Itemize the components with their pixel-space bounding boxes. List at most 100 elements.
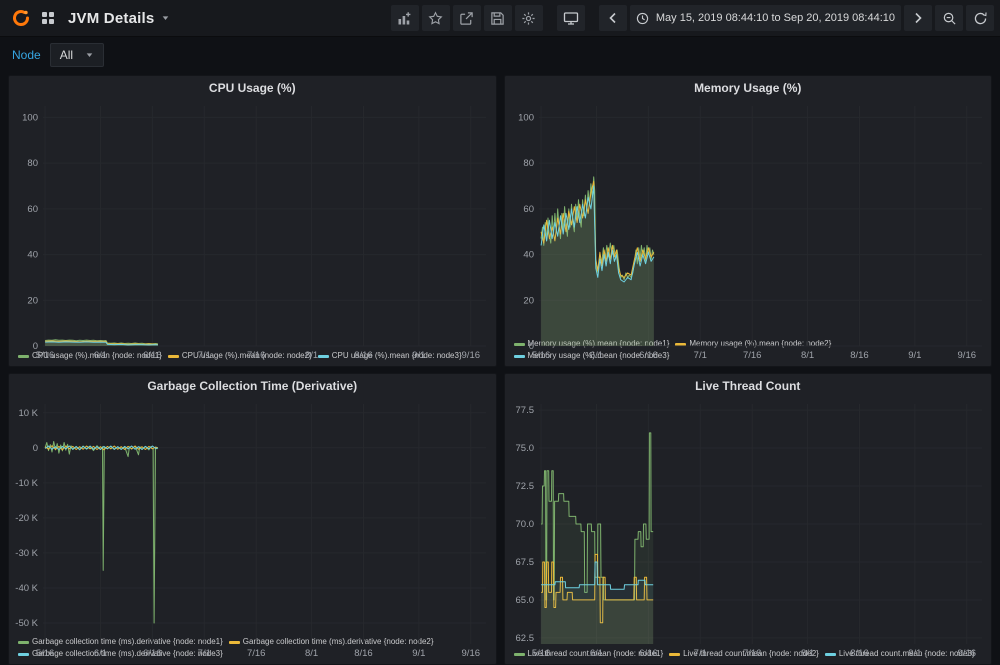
x-tick-label: 6/1	[589, 648, 602, 659]
refresh-icon	[973, 11, 988, 26]
y-tick-label: 67.5	[515, 557, 534, 568]
panel-title[interactable]: Memory Usage (%)	[505, 76, 992, 99]
chart-canvas[interactable]: 5/166/16/167/17/168/18/169/19/1610 K0-10…	[9, 397, 496, 659]
x-tick-label: 9/1	[412, 648, 425, 659]
save-icon	[490, 11, 505, 26]
x-tick-label: 9/16	[462, 648, 481, 659]
y-tick-label: -50 K	[15, 618, 38, 629]
x-tick-label: 6/16	[639, 648, 658, 659]
variable-value-text: All	[60, 48, 73, 62]
x-tick-label: 6/16	[639, 350, 658, 361]
y-tick-label: 75.0	[515, 443, 534, 454]
x-tick-label: 9/16	[957, 350, 976, 361]
share-icon	[459, 11, 474, 26]
x-tick-label: 5/16	[531, 648, 550, 659]
panel-title[interactable]: Garbage Collection Time (Derivative)	[9, 374, 496, 397]
dashboard-grid: CPU Usage (%) 5/166/16/167/17/168/18/169…	[0, 73, 1000, 665]
panel-title[interactable]: CPU Usage (%)	[9, 76, 496, 99]
y-tick-label: 72.5	[515, 481, 534, 492]
series-area-1	[45, 442, 158, 624]
y-tick-label: 80	[523, 158, 534, 169]
panel-title[interactable]: Live Thread Count	[505, 374, 992, 397]
save-dashboard-button[interactable]	[484, 5, 512, 31]
panel-title-text: Memory Usage (%)	[694, 81, 801, 95]
x-tick-label: 9/16	[957, 648, 976, 659]
variable-label: Node	[12, 48, 41, 62]
time-range-back-button[interactable]	[599, 5, 627, 31]
panel-cpu-usage: CPU Usage (%) 5/166/16/167/17/168/18/169…	[8, 75, 497, 367]
x-tick-label: 7/16	[247, 648, 266, 659]
x-tick-label: 9/1	[908, 350, 921, 361]
panel-gc-time: Garbage Collection Time (Derivative) 5/1…	[8, 373, 497, 665]
x-tick-label: 6/16	[143, 350, 162, 361]
plot-area[interactable]: 5/166/16/167/17/168/18/169/19/1610 K0-10…	[9, 397, 496, 635]
y-tick-label: 20	[523, 295, 534, 306]
dashboards-grid-icon	[41, 11, 55, 25]
gear-icon	[521, 11, 536, 26]
y-tick-label: 40	[523, 250, 534, 261]
plot-area[interactable]: 5/166/16/167/17/168/18/169/19/1602040608…	[505, 99, 992, 337]
y-tick-label: 60	[523, 204, 534, 215]
chevron-down-icon	[85, 51, 94, 59]
x-tick-label: 8/1	[305, 648, 318, 659]
x-tick-label: 8/1	[800, 350, 813, 361]
y-tick-label: 0	[528, 341, 533, 352]
dashboard-settings-button[interactable]	[515, 5, 543, 31]
y-tick-label: 10 K	[18, 408, 38, 419]
cycle-view-mode-button[interactable]	[557, 5, 585, 31]
x-tick-label: 5/16	[36, 350, 55, 361]
x-tick-label: 5/16	[531, 350, 550, 361]
panel-memory-usage: Memory Usage (%) 5/166/16/167/17/168/18/…	[504, 75, 993, 367]
chart-canvas[interactable]: 5/166/16/167/17/168/18/169/19/1602040608…	[505, 99, 992, 361]
x-tick-label: 8/16	[850, 350, 869, 361]
x-tick-label: 8/16	[850, 648, 869, 659]
add-panel-icon	[397, 11, 412, 26]
mark-favorite-button[interactable]	[422, 5, 450, 31]
x-tick-label: 7/1	[693, 648, 706, 659]
x-tick-label: 6/1	[589, 350, 602, 361]
y-tick-label: -30 K	[15, 548, 38, 559]
zoom-out-icon	[942, 11, 957, 26]
y-tick-label: 100	[22, 112, 38, 123]
x-tick-label: 8/1	[800, 648, 813, 659]
variable-value-dropdown[interactable]: All	[50, 43, 104, 67]
x-tick-label: 7/16	[247, 350, 266, 361]
x-tick-label: 7/1	[198, 350, 211, 361]
y-tick-label: -40 K	[15, 583, 38, 594]
grafana-logo-button[interactable]	[6, 5, 36, 31]
x-tick-label: 8/16	[354, 350, 373, 361]
dashboards-grid-button[interactable]	[36, 8, 60, 28]
time-range-button[interactable]: May 15, 2019 08:44:10 to Sep 20, 2019 08…	[630, 5, 901, 31]
y-tick-label: 77.5	[515, 405, 534, 416]
x-tick-label: 9/16	[462, 350, 481, 361]
panel-title-text: Live Thread Count	[695, 379, 800, 393]
x-tick-label: 6/1	[94, 350, 107, 361]
x-tick-label: 7/16	[742, 350, 761, 361]
plot-area[interactable]: 5/166/16/167/17/168/18/169/19/1662.565.0…	[505, 397, 992, 647]
y-tick-label: -20 K	[15, 513, 38, 524]
panel-title-text: CPU Usage (%)	[209, 81, 296, 95]
zoom-out-button[interactable]	[935, 5, 963, 31]
dashboard-title-dropdown[interactable]: JVM Details	[68, 10, 170, 27]
y-tick-label: 40	[27, 250, 38, 261]
refresh-button[interactable]	[966, 5, 994, 31]
x-tick-label: 7/16	[742, 648, 761, 659]
y-tick-label: 100	[518, 112, 534, 123]
time-range-text: May 15, 2019 08:44:10 to Sep 20, 2019 08…	[656, 12, 895, 24]
chevron-right-icon	[914, 12, 923, 24]
add-panel-button[interactable]	[391, 5, 419, 31]
y-tick-label: 62.5	[515, 633, 534, 644]
x-tick-label: 7/1	[198, 648, 211, 659]
time-range-forward-button[interactable]	[904, 5, 932, 31]
x-tick-label: 6/16	[143, 648, 162, 659]
plot-area[interactable]: 5/166/16/167/17/168/18/169/19/1602040608…	[9, 99, 496, 349]
chart-canvas[interactable]: 5/166/16/167/17/168/18/169/19/1602040608…	[9, 99, 496, 361]
y-tick-label: 80	[27, 158, 38, 169]
template-variables-bar: Node All	[0, 37, 1000, 73]
chart-canvas[interactable]: 5/166/16/167/17/168/18/169/19/1662.565.0…	[505, 397, 992, 659]
y-tick-label: 60	[27, 204, 38, 215]
monitor-icon	[563, 11, 579, 26]
share-dashboard-button[interactable]	[453, 5, 481, 31]
y-tick-label: 65.0	[515, 595, 534, 606]
y-tick-label: 0	[33, 341, 38, 352]
